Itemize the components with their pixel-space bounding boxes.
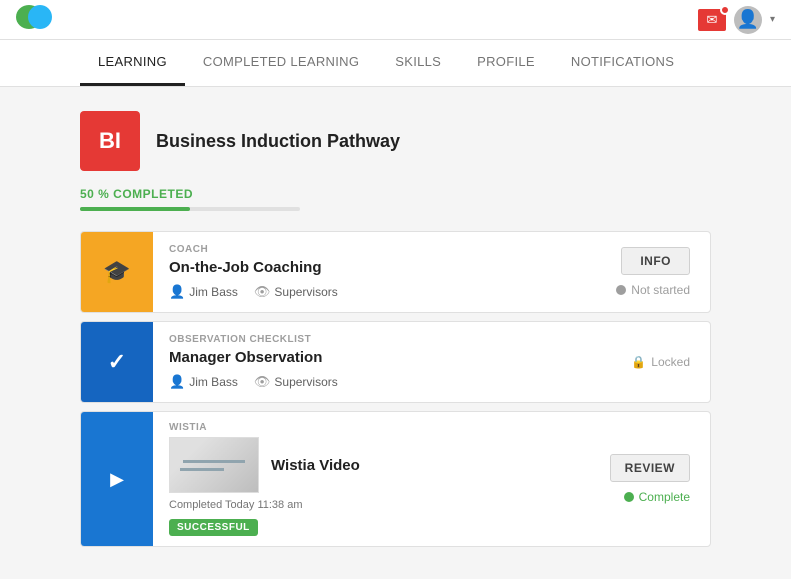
- observation-icon: ✓: [81, 322, 153, 402]
- wistia-icon-symbol: ▶: [110, 469, 124, 490]
- coaching-body: COACH On-the-Job Coaching 👤 Jim Bass 👁 S…: [153, 232, 590, 312]
- observation-assigned-by: 👤 Jim Bass: [169, 374, 238, 390]
- nav-tabs: LEARNING COMPLETED LEARNING SKILLS PROFI…: [0, 40, 791, 87]
- wistia-type-label: WISTIA: [169, 422, 574, 433]
- header-right: ✉ 👤 ▾: [698, 6, 775, 34]
- coaching-meta: 👤 Jim Bass 👁 Supervisors: [169, 284, 574, 300]
- checkmark-icon: ✓: [108, 349, 126, 375]
- coaching-icon-symbol: 🎓: [103, 259, 130, 285]
- coaching-title: On-the-Job Coaching: [169, 259, 574, 276]
- tab-completed-learning[interactable]: COMPLETED LEARNING: [185, 40, 377, 86]
- wistia-completed-text: Completed Today 11:38 am: [169, 499, 574, 511]
- observation-audience: 👁 Supervisors: [254, 374, 338, 390]
- dropdown-arrow-icon[interactable]: ▾: [770, 14, 775, 25]
- thumb-line-2: [180, 468, 224, 471]
- mail-icon[interactable]: ✉: [698, 9, 726, 31]
- lock-icon: 🔒: [631, 355, 646, 369]
- tab-learning[interactable]: LEARNING: [80, 40, 185, 86]
- pathway-icon-text: BI: [99, 128, 121, 154]
- observation-actions: 🔒 Locked: [590, 343, 710, 381]
- observation-status: 🔒 Locked: [631, 355, 690, 369]
- header: ✉ 👤 ▾: [0, 0, 791, 40]
- observation-status-label: Locked: [651, 355, 690, 369]
- wistia-status-label: Complete: [639, 490, 690, 504]
- pathway-icon: BI: [80, 111, 140, 171]
- wistia-thumbnail: [169, 437, 259, 493]
- logo: [16, 5, 52, 34]
- progress-label: 50 % COMPLETED: [80, 187, 711, 201]
- observation-assignee-name: Jim Bass: [189, 375, 238, 389]
- tab-notifications[interactable]: NOTIFICATIONS: [553, 40, 692, 86]
- progress-bar-fill: [80, 207, 190, 211]
- progress-bar-bg: [80, 207, 300, 211]
- coaching-assignee-name: Jim Bass: [189, 285, 238, 299]
- pathway-title: Business Induction Pathway: [156, 131, 400, 152]
- observation-audience-name: Supervisors: [274, 375, 337, 389]
- coaching-status: Not started: [616, 283, 690, 297]
- course-card-coaching: 🎓 COACH On-the-Job Coaching 👤 Jim Bass 👁…: [80, 231, 711, 313]
- audience-eye-icon: 👁: [254, 284, 271, 300]
- wistia-status: Complete: [624, 490, 690, 504]
- observation-body: OBSERVATION CHECKLIST Manager Observatio…: [153, 322, 590, 402]
- coaching-assigned-by: 👤 Jim Bass: [169, 284, 238, 300]
- wistia-review-button[interactable]: REVIEW: [610, 454, 690, 482]
- coaching-status-label: Not started: [631, 283, 690, 297]
- pathway-header: BI Business Induction Pathway: [80, 111, 711, 171]
- person-icon: 👤: [169, 284, 185, 300]
- observation-type-label: OBSERVATION CHECKLIST: [169, 334, 574, 345]
- tab-skills[interactable]: SKILLS: [377, 40, 459, 86]
- status-dot-not-started: [616, 285, 626, 295]
- observation-meta: 👤 Jim Bass 👁 Supervisors: [169, 374, 574, 390]
- wistia-thumb-inner: [170, 438, 258, 492]
- course-card-observation: ✓ OBSERVATION CHECKLIST Manager Observat…: [80, 321, 711, 403]
- avatar[interactable]: 👤: [734, 6, 762, 34]
- observation-title: Manager Observation: [169, 349, 574, 366]
- wistia-title-row: Wistia Video: [169, 437, 574, 493]
- successful-badge: SUCCESSFUL: [169, 519, 258, 536]
- thumb-line-1: [183, 460, 245, 463]
- progress-section: 50 % COMPLETED: [80, 187, 711, 211]
- coaching-audience-name: Supervisors: [274, 285, 337, 299]
- wistia-actions: REVIEW Complete: [590, 442, 710, 516]
- wistia-title: Wistia Video: [271, 457, 360, 474]
- wistia-body: WISTIA Wistia Video Completed Today 11:3…: [153, 412, 590, 546]
- status-dot-complete: [624, 492, 634, 502]
- wistia-icon: ▶: [81, 412, 153, 546]
- coaching-info-button[interactable]: INFO: [621, 247, 690, 275]
- coaching-actions: INFO Not started: [590, 235, 710, 309]
- main-content: BI Business Induction Pathway 50 % COMPL…: [0, 87, 791, 579]
- coaching-icon: 🎓: [81, 232, 153, 312]
- observation-person-icon: 👤: [169, 374, 185, 390]
- course-card-wistia: ▶ WISTIA Wistia Video Completed Today 11…: [80, 411, 711, 547]
- tab-profile[interactable]: PROFILE: [459, 40, 553, 86]
- coaching-audience: 👁 Supervisors: [254, 284, 338, 300]
- observation-eye-icon: 👁: [254, 374, 271, 390]
- coaching-type-label: COACH: [169, 244, 574, 255]
